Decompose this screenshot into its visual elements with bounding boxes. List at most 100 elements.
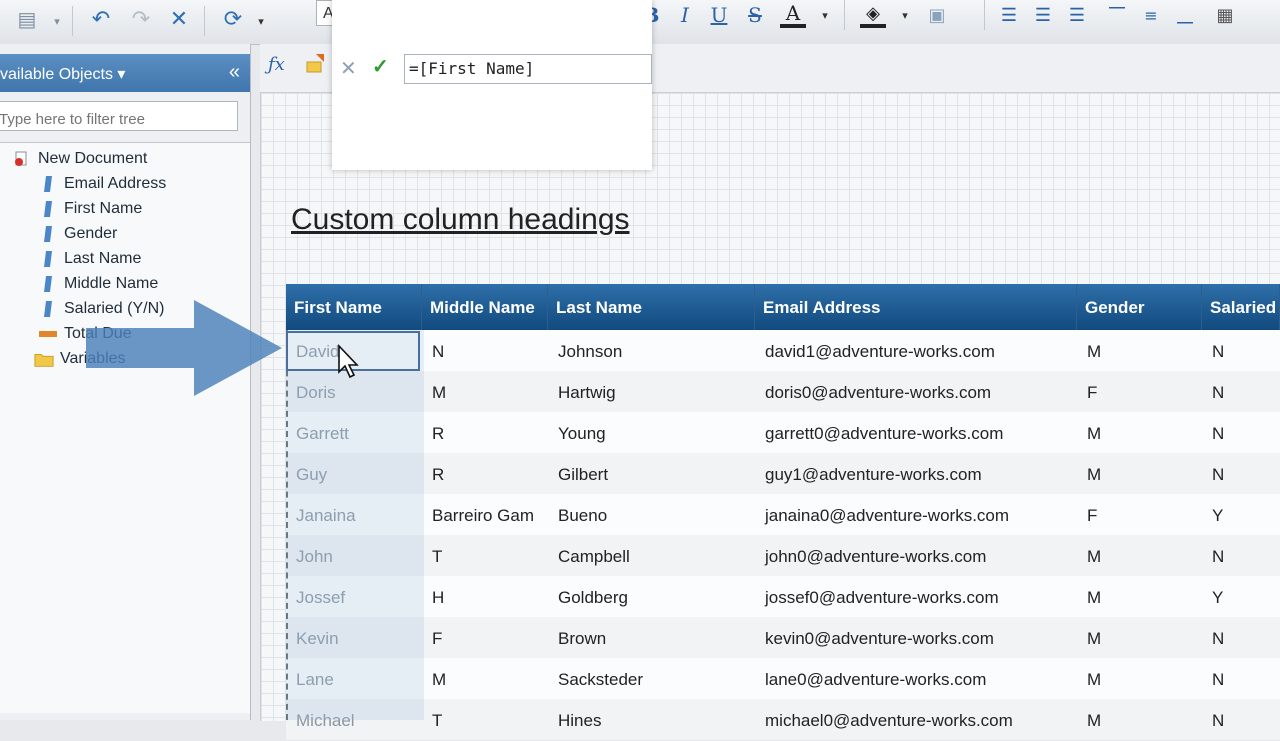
table-row[interactable]: Lane M Sacksteder lane0@adventure-works.…	[286, 658, 1280, 700]
column-header-email-address[interactable]: Email Address	[755, 284, 1077, 330]
cell-email[interactable]: lane0@adventure-works.com	[755, 658, 1077, 699]
cell-salaried[interactable]: N	[1202, 617, 1280, 658]
align-left-icon[interactable]: ☰	[996, 2, 1022, 28]
table-row[interactable]: David N Johnson david1@adventure-works.c…	[286, 330, 1280, 372]
cell-first-name[interactable]: Kevin	[286, 617, 422, 658]
cell-email[interactable]: jossef0@adventure-works.com	[755, 576, 1077, 617]
cell-gender[interactable]: M	[1077, 412, 1202, 453]
cell-gender[interactable]: F	[1077, 371, 1202, 412]
fill-color-icon[interactable]: ◈	[860, 2, 886, 28]
dropdown-arrow-icon[interactable]: ▾	[44, 8, 70, 34]
filter-tree-input[interactable]	[0, 101, 238, 131]
create-variable-icon[interactable]	[304, 52, 328, 76]
table-row[interactable]: Doris M Hartwig doris0@adventure-works.c…	[286, 371, 1280, 413]
undo-icon[interactable]: ↶	[88, 6, 114, 32]
cell-first-name[interactable]: Guy	[286, 453, 422, 494]
cell-last-name[interactable]: Campbell	[548, 535, 755, 576]
cell-first-name[interactable]: Doris	[286, 371, 422, 412]
cell-middle-name[interactable]: F	[422, 617, 548, 658]
column-header-salaried[interactable]: Salaried	[1202, 284, 1280, 330]
cell-last-name[interactable]: Sacksteder	[548, 658, 755, 699]
formula-editor-icon[interactable]: ƒx	[268, 54, 285, 75]
report-title[interactable]: Custom column headings	[291, 203, 630, 237]
tree-item-total-due[interactable]: Total Due	[38, 322, 132, 346]
cell-gender[interactable]: M	[1077, 658, 1202, 699]
delete-icon[interactable]: ✕	[166, 6, 192, 32]
dropdown-arrow-icon[interactable]: ▾	[248, 8, 274, 34]
cell-email[interactable]: garrett0@adventure-works.com	[755, 412, 1077, 453]
available-objects-header[interactable]: vailable Objects ▾ «	[0, 54, 250, 92]
cell-first-name[interactable]: John	[286, 535, 422, 576]
cell-salaried[interactable]: N	[1202, 453, 1280, 494]
cell-middle-name[interactable]: R	[422, 412, 548, 453]
column-header-gender[interactable]: Gender	[1077, 284, 1202, 330]
cell-last-name[interactable]: Bueno	[548, 494, 755, 535]
cell-last-name[interactable]: Young	[548, 412, 755, 453]
cell-email[interactable]: david1@adventure-works.com	[755, 330, 1077, 371]
dropdown-arrow-icon[interactable]: ▾	[812, 2, 838, 28]
cell-last-name[interactable]: Goldberg	[548, 576, 755, 617]
tree-item-last-name[interactable]: Last Name	[38, 247, 141, 271]
column-header-middle-name[interactable]: Middle Name	[422, 284, 548, 330]
redo-icon[interactable]: ↷	[128, 6, 154, 32]
tree-item-variables[interactable]: Variables	[34, 347, 126, 371]
paste-icon[interactable]: ▤	[14, 6, 40, 32]
cell-first-name[interactable]: Garrett	[286, 412, 422, 453]
tree-item-gender[interactable]: Gender	[38, 222, 117, 246]
cell-middle-name[interactable]: Barreiro Gam	[422, 494, 548, 535]
cell-last-name[interactable]: Hartwig	[548, 371, 755, 412]
cell-middle-name[interactable]: M	[422, 658, 548, 699]
cell-salaried[interactable]: N	[1202, 412, 1280, 453]
table-row[interactable]: Garrett R Young garrett0@adventure-works…	[286, 412, 1280, 454]
cell-salaried[interactable]: N	[1202, 658, 1280, 699]
cell-last-name[interactable]: Johnson	[548, 330, 755, 371]
cell-gender[interactable]: M	[1077, 576, 1202, 617]
cell-middle-name[interactable]: N	[422, 330, 548, 371]
cell-first-name[interactable]: David	[286, 330, 422, 371]
cell-gender[interactable]: M	[1077, 617, 1202, 658]
cell-email[interactable]: doris0@adventure-works.com	[755, 371, 1077, 412]
format-painter-icon[interactable]: ▦	[1212, 2, 1238, 28]
cell-salaried[interactable]: Y	[1202, 494, 1280, 535]
cell-gender[interactable]: M	[1077, 535, 1202, 576]
column-header-first-name[interactable]: First Name	[286, 284, 422, 330]
cell-salaried[interactable]: N	[1202, 371, 1280, 412]
cell-salaried[interactable]: Y	[1202, 576, 1280, 617]
cell-middle-name[interactable]: R	[422, 453, 548, 494]
cell-middle-name[interactable]: M	[422, 371, 548, 412]
table-row[interactable]: Michael T Hines michael0@adventure-works…	[286, 699, 1280, 741]
table-row[interactable]: Kevin F Brown kevin0@adventure-works.com…	[286, 617, 1280, 659]
cell-gender[interactable]: M	[1077, 330, 1202, 371]
cell-gender[interactable]: M	[1077, 453, 1202, 494]
cell-email[interactable]: john0@adventure-works.com	[755, 535, 1077, 576]
strikethrough-icon[interactable]: S	[742, 2, 768, 28]
cell-email[interactable]: janaina0@adventure-works.com	[755, 494, 1077, 535]
align-right-icon[interactable]: ☰	[1064, 2, 1090, 28]
cell-email[interactable]: guy1@adventure-works.com	[755, 453, 1077, 494]
tree-item-first-name[interactable]: First Name	[38, 197, 142, 221]
cell-email[interactable]: kevin0@adventure-works.com	[755, 617, 1077, 658]
background-image-icon[interactable]: ▣	[924, 2, 950, 28]
align-middle-icon[interactable]: ≡	[1138, 2, 1164, 28]
italic-icon[interactable]: I	[672, 2, 698, 28]
cell-last-name[interactable]: Gilbert	[548, 453, 755, 494]
dropdown-arrow-icon[interactable]: ▾	[892, 2, 918, 28]
tree-item-middle-name[interactable]: Middle Name	[38, 272, 158, 296]
table-row[interactable]: Janaina Barreiro Gam Bueno janaina0@adve…	[286, 494, 1280, 536]
underline-icon[interactable]: U	[706, 2, 732, 28]
tree-root-new-document[interactable]: New Document	[12, 147, 147, 171]
cell-middle-name[interactable]: T	[422, 535, 548, 576]
tree-item-salaried[interactable]: Salaried (Y/N)	[38, 297, 164, 321]
table-row[interactable]: John T Campbell john0@adventure-works.co…	[286, 535, 1280, 577]
cell-salaried[interactable]: N	[1202, 535, 1280, 576]
tree-item-email-address[interactable]: Email Address	[38, 172, 166, 196]
cancel-formula-icon[interactable]: ✕	[340, 56, 357, 81]
column-header-last-name[interactable]: Last Name	[548, 284, 755, 330]
font-color-icon[interactable]: A	[780, 1, 806, 28]
refresh-icon[interactable]: ⟳	[220, 6, 246, 32]
cell-first-name[interactable]: Lane	[286, 658, 422, 699]
validate-formula-icon[interactable]: ✓	[372, 54, 389, 79]
align-bottom-icon[interactable]: ⎽	[1172, 2, 1198, 28]
collapse-panel-icon[interactable]: «	[229, 61, 240, 84]
align-center-icon[interactable]: ☰	[1030, 2, 1056, 28]
